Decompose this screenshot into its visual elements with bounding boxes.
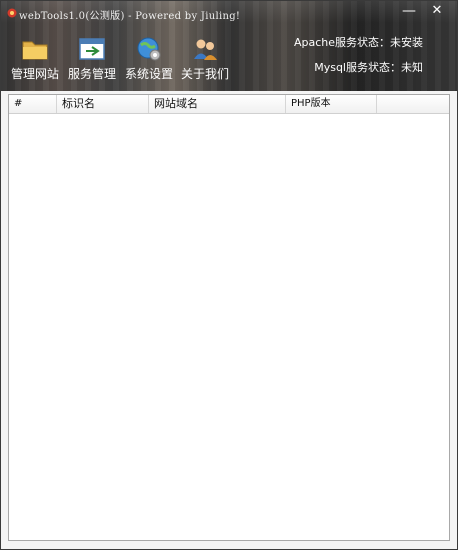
app-window: webTools1.0(公测版) - Powered by Jiuling! —… — [0, 0, 458, 550]
users-icon — [194, 39, 217, 60]
app-icon — [7, 8, 17, 18]
toolbar-about-us[interactable]: 关于我们 — [181, 35, 229, 82]
settings-globe-icon — [137, 37, 161, 61]
toolbar-service-manage[interactable]: 服务管理 — [68, 35, 116, 82]
window-title: webTools1.0(公测版) - Powered by Jiuling! — [19, 11, 241, 22]
mysql-status: Mysql服务状态：未知 — [314, 61, 423, 74]
column-header-name[interactable]: 标识名 — [57, 95, 149, 113]
toolbar-label: 系统设置 — [125, 67, 174, 81]
service-icon — [79, 38, 105, 60]
toolbar-system-settings[interactable]: 系统设置 — [125, 35, 173, 82]
toolbar-label: 服务管理 — [68, 67, 117, 81]
column-header-php-version[interactable]: PHP版本 — [286, 95, 377, 113]
site-list-table[interactable]: # 标识名 网站域名 PHP版本 — [8, 94, 450, 541]
toolbar-label: 管理网站 — [11, 67, 60, 81]
toolbar-manage-sites[interactable]: 管理网站 — [11, 35, 59, 82]
title-bar[interactable]: webTools1.0(公测版) - Powered by Jiuling! —… — [1, 1, 457, 25]
column-header-index[interactable]: # — [9, 95, 57, 113]
toolbar-label: 关于我们 — [181, 67, 230, 81]
apache-status: Apache服务状态：未安装 — [293, 36, 423, 49]
minimize-button[interactable]: — — [397, 3, 421, 21]
column-header-domain[interactable]: 网站域名 — [149, 95, 286, 113]
folder-icon — [22, 41, 48, 60]
close-button[interactable]: ✕ — [425, 3, 449, 21]
table-header: # 标识名 网站域名 PHP版本 — [9, 95, 449, 114]
